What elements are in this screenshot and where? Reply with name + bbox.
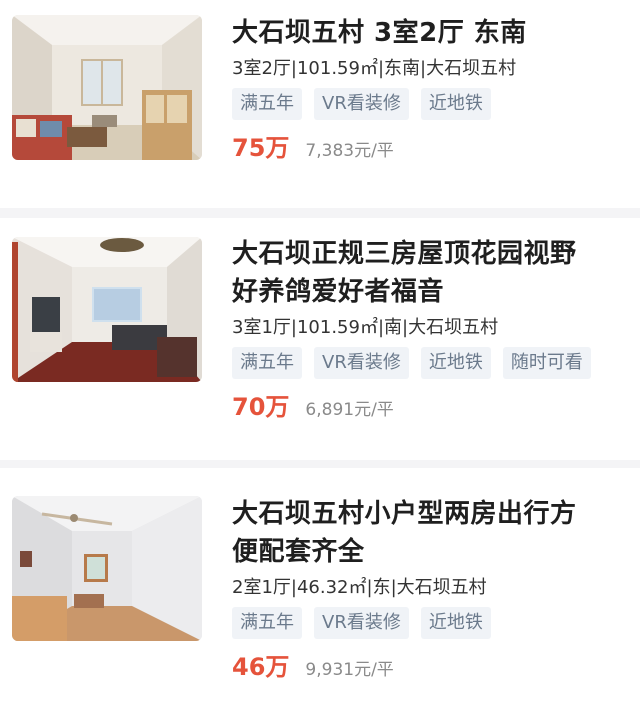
listing-photo[interactable] xyxy=(12,237,202,382)
listing-title-line: 大石坝五村小户型两房出行方 xyxy=(232,499,577,529)
listing-meta: 2室1厅|46.32㎡|东|大石坝五村 xyxy=(232,577,487,598)
total-price: 75万 xyxy=(232,134,290,162)
tag: 近地铁 xyxy=(420,88,491,120)
tag: 满五年 xyxy=(232,88,302,120)
listing-title-line: 好养鸽爱好者福音 xyxy=(232,277,445,307)
listing-title-line: 便配套齐全 xyxy=(232,537,365,567)
tag: 满五年 xyxy=(232,607,302,639)
unit-price: 7,383元/平 xyxy=(305,141,394,161)
listing-card[interactable]: 大石坝五村 3室2厅 东南 3室2厅|101.59㎡|东南|大石坝五村 满五年 … xyxy=(0,0,640,208)
divider xyxy=(0,460,640,468)
tag: 近地铁 xyxy=(420,347,491,379)
price-row: 70万 6,891元/平 xyxy=(232,387,626,422)
tag: VR看装修 xyxy=(314,347,409,379)
price-row: 75万 7,383元/平 xyxy=(232,128,626,163)
listing-meta: 3室1厅|101.59㎡|南|大石坝五村 xyxy=(232,317,499,338)
listing-title[interactable]: 大石坝五村 3室2厅 东南 xyxy=(232,14,626,52)
tag: VR看装修 xyxy=(314,88,409,120)
total-price: 70万 xyxy=(232,393,290,421)
listing-card[interactable]: 大石坝正规三房屋顶花园视野 好养鸽爱好者福音 3室1厅|101.59㎡|南|大石… xyxy=(0,218,640,458)
tag: 满五年 xyxy=(232,347,302,379)
tag-list: 满五年 VR看装修 近地铁 随时可看 xyxy=(232,347,626,379)
tag: VR看装修 xyxy=(314,607,409,639)
living-room-photo xyxy=(12,15,202,160)
tag-list: 满五年 VR看装修 近地铁 xyxy=(232,88,626,120)
listing-info: 大石坝五村 3室2厅 东南 3室2厅|101.59㎡|东南|大石坝五村 满五年 … xyxy=(232,14,626,163)
tag-list: 满五年 VR看装修 近地铁 xyxy=(232,607,626,639)
price-row: 46万 9,931元/平 xyxy=(232,647,626,682)
listing-photo[interactable] xyxy=(12,496,202,641)
listing-info: 大石坝五村小户型两房出行方 便配套齐全 2室1厅|46.32㎡|东|大石坝五村 … xyxy=(232,495,626,682)
unit-price: 6,891元/平 xyxy=(305,400,394,420)
listing-title[interactable]: 大石坝正规三房屋顶花园视野 好养鸽爱好者福音 xyxy=(232,235,626,311)
listing-card[interactable]: 大石坝五村小户型两房出行方 便配套齐全 2室1厅|46.32㎡|东|大石坝五村 … xyxy=(0,478,640,703)
tag: 随时可看 xyxy=(502,347,591,379)
tag: 近地铁 xyxy=(420,607,491,639)
divider xyxy=(0,208,640,218)
total-price: 46万 xyxy=(232,653,290,681)
room-photo xyxy=(12,496,202,641)
listing-photo[interactable] xyxy=(12,15,202,160)
listing-title[interactable]: 大石坝五村小户型两房出行方 便配套齐全 xyxy=(232,495,626,571)
listing-title-line: 大石坝正规三房屋顶花园视野 xyxy=(232,239,577,269)
unit-price: 9,931元/平 xyxy=(305,660,394,680)
listing-meta: 3室2厅|101.59㎡|东南|大石坝五村 xyxy=(232,58,517,79)
living-room-photo xyxy=(12,237,202,382)
listing-info: 大石坝正规三房屋顶花园视野 好养鸽爱好者福音 3室1厅|101.59㎡|南|大石… xyxy=(232,235,626,422)
listing-list: 大石坝五村 3室2厅 东南 3室2厅|101.59㎡|东南|大石坝五村 满五年 … xyxy=(0,0,640,703)
